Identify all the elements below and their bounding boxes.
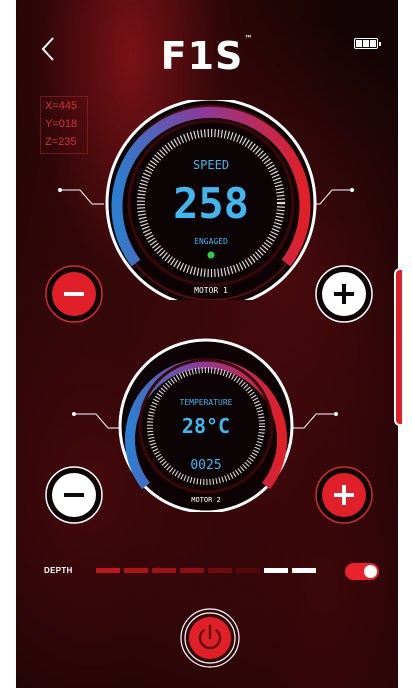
motor1-name: MOTOR 1 (194, 286, 228, 295)
app-screen: F1S™ X=445 Y=018 Z=235 SPEED 258 ENGAGED… (16, 0, 398, 688)
depth-segment (96, 568, 120, 573)
motor1-label: SPEED (193, 158, 229, 172)
motor2-label: TEMPERATURE (180, 398, 233, 407)
depth-segment (152, 568, 176, 573)
motor1-gauge: SPEED 258 ENGAGED MOTOR 1 (58, 100, 354, 300)
logo-trademark: ™ (244, 34, 254, 43)
side-drawer-tab[interactable] (394, 268, 402, 426)
depth-segment (292, 568, 316, 573)
depth-toggle[interactable] (345, 563, 379, 580)
motor2-increase-button[interactable] (314, 465, 374, 525)
depth-segment (124, 568, 148, 573)
depth-segment (208, 568, 232, 573)
logo-text: F1S (160, 34, 244, 78)
power-button[interactable] (180, 608, 240, 668)
depth-segment (236, 568, 260, 573)
toggle-knob (364, 565, 377, 578)
motor1-decrease-button[interactable] (44, 264, 104, 324)
battery-icon (354, 38, 381, 49)
motor2-value: 28°C (182, 414, 230, 438)
motor2-sub-value: 0025 (190, 458, 221, 473)
depth-segment (180, 568, 204, 573)
motor1-increase-button[interactable] (314, 264, 374, 324)
status-led-icon (207, 251, 215, 259)
left-connector-line (74, 413, 120, 429)
motor2-name: MOTOR 2 (191, 496, 221, 504)
left-connector-line (60, 189, 104, 205)
motor2-gauge: TEMPERATURE 28°C 0025 MOTOR 2 (72, 338, 338, 512)
depth-label: DEPTH (44, 566, 73, 575)
right-connector-line (292, 413, 336, 429)
app-logo: F1S™ (16, 34, 398, 78)
motor1-value: 258 (173, 179, 249, 228)
depth-level-bar[interactable] (96, 568, 316, 573)
top-bar: F1S™ (16, 0, 398, 100)
motor1-status: ENGAGED (194, 237, 228, 246)
depth-segment (264, 568, 288, 573)
motor2-decrease-button[interactable] (44, 465, 104, 525)
